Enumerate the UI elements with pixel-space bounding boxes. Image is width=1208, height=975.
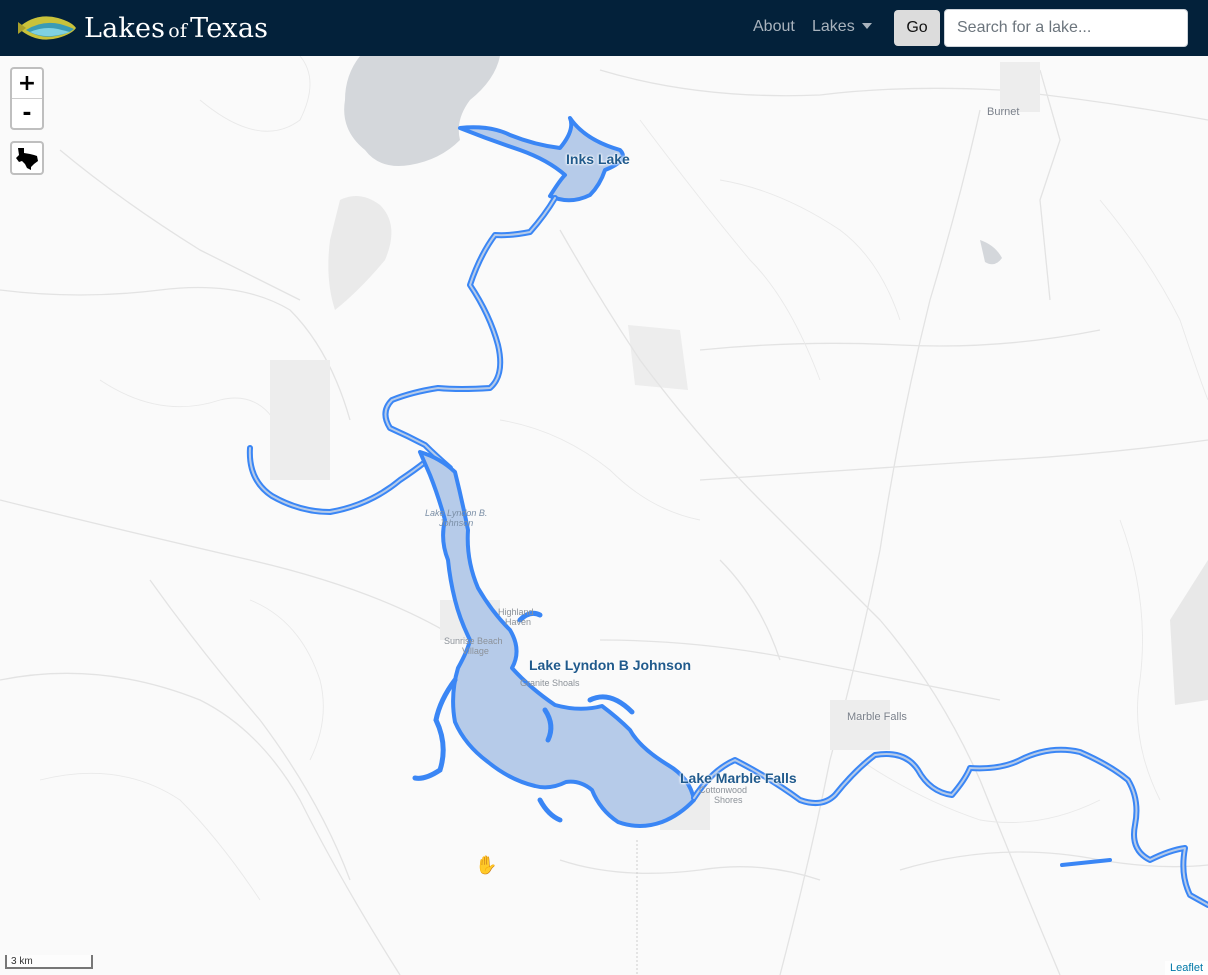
map-canvas[interactable]: Inks Lake Lake Lyndon B Johnson Lake Mar… <box>0 56 1208 975</box>
fish-logo-icon <box>18 16 76 40</box>
basemap-lbj-label: Lake Lyndon B. Johnson <box>425 508 488 528</box>
town-cottonwood-shores: Shores <box>714 795 743 805</box>
town-marble-falls: Marble Falls <box>847 711 907 723</box>
marble-falls-lake-label: Lake Marble Falls <box>680 770 797 786</box>
zoom-in-button[interactable]: + <box>12 69 42 98</box>
brand-link[interactable]: Lakes of Texas <box>16 6 268 50</box>
town-sunrise-beach: Sunrise Beach <box>444 636 503 646</box>
town-highland-haven: Haven <box>505 617 532 627</box>
caret-down-icon <box>861 23 872 29</box>
navbar: Lakes of Texas About Lakes Go <box>0 0 1208 56</box>
scale-bar: 3 km <box>5 955 93 969</box>
hand-cursor-icon: ✋ <box>475 855 498 875</box>
nav-lakes-dropdown[interactable]: Lakes <box>812 18 872 36</box>
inks-lake-label: Inks Lake <box>566 151 630 167</box>
zoom-control: + - <box>10 67 44 130</box>
nav-about-link[interactable]: About <box>753 18 795 36</box>
town-sunrise-village: Village <box>462 646 489 656</box>
go-button[interactable]: Go <box>894 10 940 46</box>
lbj-lake-label: Lake Lyndon B Johnson <box>529 657 692 673</box>
texas-state-icon <box>16 148 38 170</box>
texas-extent-button[interactable] <box>10 141 44 175</box>
town-highland: Highland <box>498 607 534 617</box>
zoom-out-button[interactable]: - <box>12 98 42 128</box>
town-burnet: Burnet <box>987 106 1020 118</box>
attribution-link[interactable]: Leaflet <box>1164 961 1208 975</box>
map-base-layer <box>0 56 1208 975</box>
lake-search-input[interactable] <box>944 9 1188 47</box>
brand-title: Lakes of Texas <box>84 12 269 44</box>
lakes-label: Lakes <box>812 18 855 35</box>
town-granite-shoals: Granite Shoals <box>520 678 580 688</box>
town-cottonwood: Cottonwood <box>699 785 748 795</box>
